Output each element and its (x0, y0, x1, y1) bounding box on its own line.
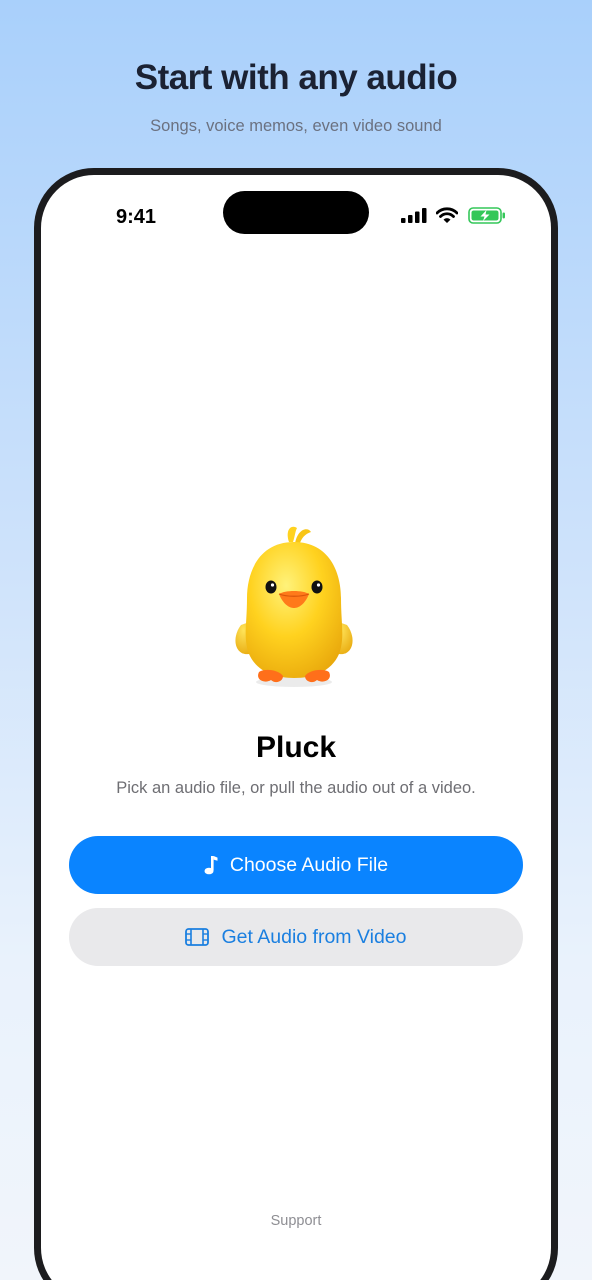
battery-charging-icon (468, 207, 505, 224)
cellular-signal-icon (401, 208, 427, 223)
music-note-icon (204, 855, 218, 875)
dynamic-island (223, 191, 369, 234)
marketing-subheadline: Songs, voice memos, even video sound (150, 117, 442, 135)
phone-screen: 9:41 Pluck Pick an audio file, or pull t… (41, 175, 551, 1280)
app-subtitle: Pick an audio file, or pull the audio ou… (116, 779, 476, 797)
get-audio-from-video-label: Get Audio from Video (221, 925, 407, 948)
phone-frame: 9:41 Pluck Pick an audio file, or pull t… (34, 168, 558, 1280)
choose-audio-file-label: Choose Audio File (229, 853, 389, 876)
choose-audio-file-button[interactable]: Choose Audio File (69, 836, 523, 894)
get-audio-from-video-button[interactable]: Get Audio from Video (69, 908, 523, 966)
wifi-icon (436, 207, 458, 223)
marketing-headline: Start with any audio (134, 58, 458, 97)
film-icon (185, 928, 210, 946)
support-link[interactable]: Support (41, 1213, 551, 1229)
app-title: Pluck (255, 731, 337, 764)
status-bar-time: 9:41 (116, 206, 157, 228)
chick-mascot-image (235, 526, 353, 687)
status-bar-icons (401, 205, 506, 225)
